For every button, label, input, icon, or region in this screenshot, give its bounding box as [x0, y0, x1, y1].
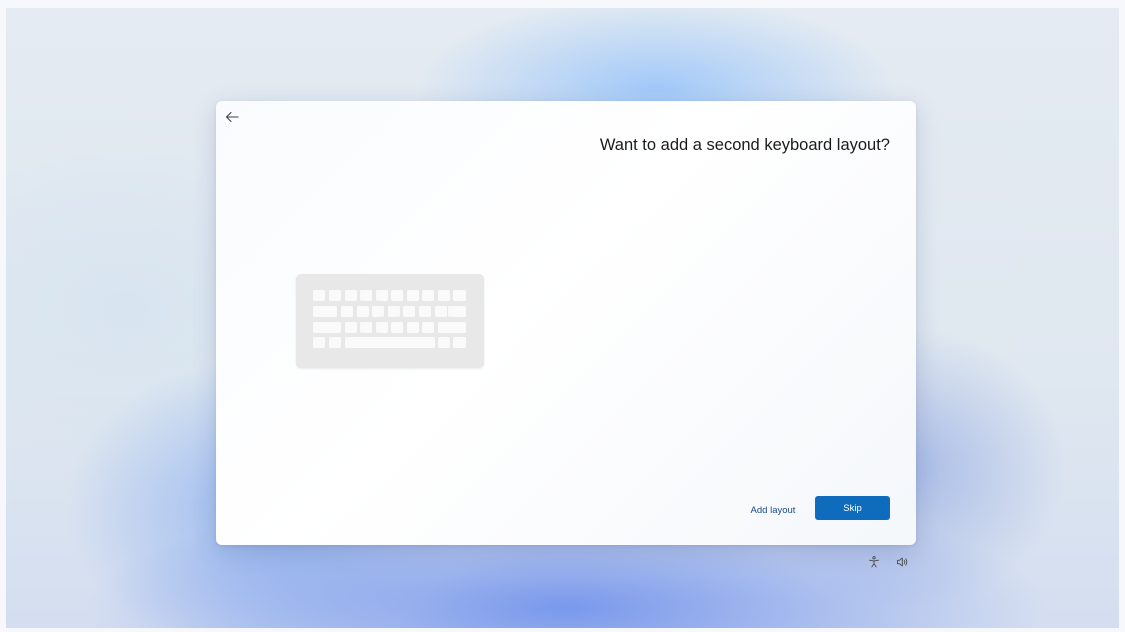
keyboard-key: [329, 337, 341, 348]
add-layout-button[interactable]: Add layout: [743, 500, 803, 520]
keyboard-key: [422, 322, 434, 333]
keyboard-key: [391, 322, 403, 333]
keyboard-key: [345, 337, 435, 348]
back-button[interactable]: [222, 107, 242, 127]
keyboard-key: [453, 337, 466, 348]
volume-button[interactable]: [896, 556, 908, 568]
keyboard-key: [438, 322, 466, 333]
keyboard-key: [376, 322, 388, 333]
keyboard-key: [372, 306, 384, 317]
keyboard-illustration: [296, 274, 484, 368]
keyboard-key: [357, 306, 369, 317]
keyboard-key: [313, 290, 325, 301]
keyboard-key: [438, 337, 450, 348]
keyboard-key: [345, 322, 357, 333]
accessibility-icon: [869, 556, 879, 568]
keyboard-key: [438, 290, 450, 301]
skip-button[interactable]: Skip: [815, 496, 890, 520]
keyboard-key: [313, 322, 341, 333]
keyboard-key: [345, 290, 357, 301]
keyboard-key: [360, 322, 372, 333]
keyboard-key: [448, 306, 466, 317]
keyboard-key: [453, 290, 466, 301]
keyboard-key: [403, 306, 415, 317]
keyboard-key: [407, 290, 419, 301]
keyboard-key: [407, 322, 419, 333]
setup-dialog: Want to add a second keyboard layout? Ad…: [216, 101, 916, 545]
keyboard-key: [391, 290, 403, 301]
accessibility-button[interactable]: [868, 556, 880, 568]
keyboard-key: [422, 290, 434, 301]
oobe-screen: Want to add a second keyboard layout? Ad…: [0, 0, 1125, 632]
page-title: Want to add a second keyboard layout?: [599, 136, 890, 154]
keyboard-key: [388, 306, 400, 317]
keyboard-key: [376, 290, 388, 301]
keyboard-key: [313, 337, 325, 348]
keyboard-key: [435, 306, 447, 317]
back-arrow-icon: [226, 112, 239, 122]
keyboard-key: [313, 306, 337, 317]
keyboard-key: [341, 306, 353, 317]
keyboard-key: [360, 290, 372, 301]
keyboard-key: [419, 306, 431, 317]
keyboard-key: [329, 290, 341, 301]
volume-icon: [897, 557, 908, 567]
